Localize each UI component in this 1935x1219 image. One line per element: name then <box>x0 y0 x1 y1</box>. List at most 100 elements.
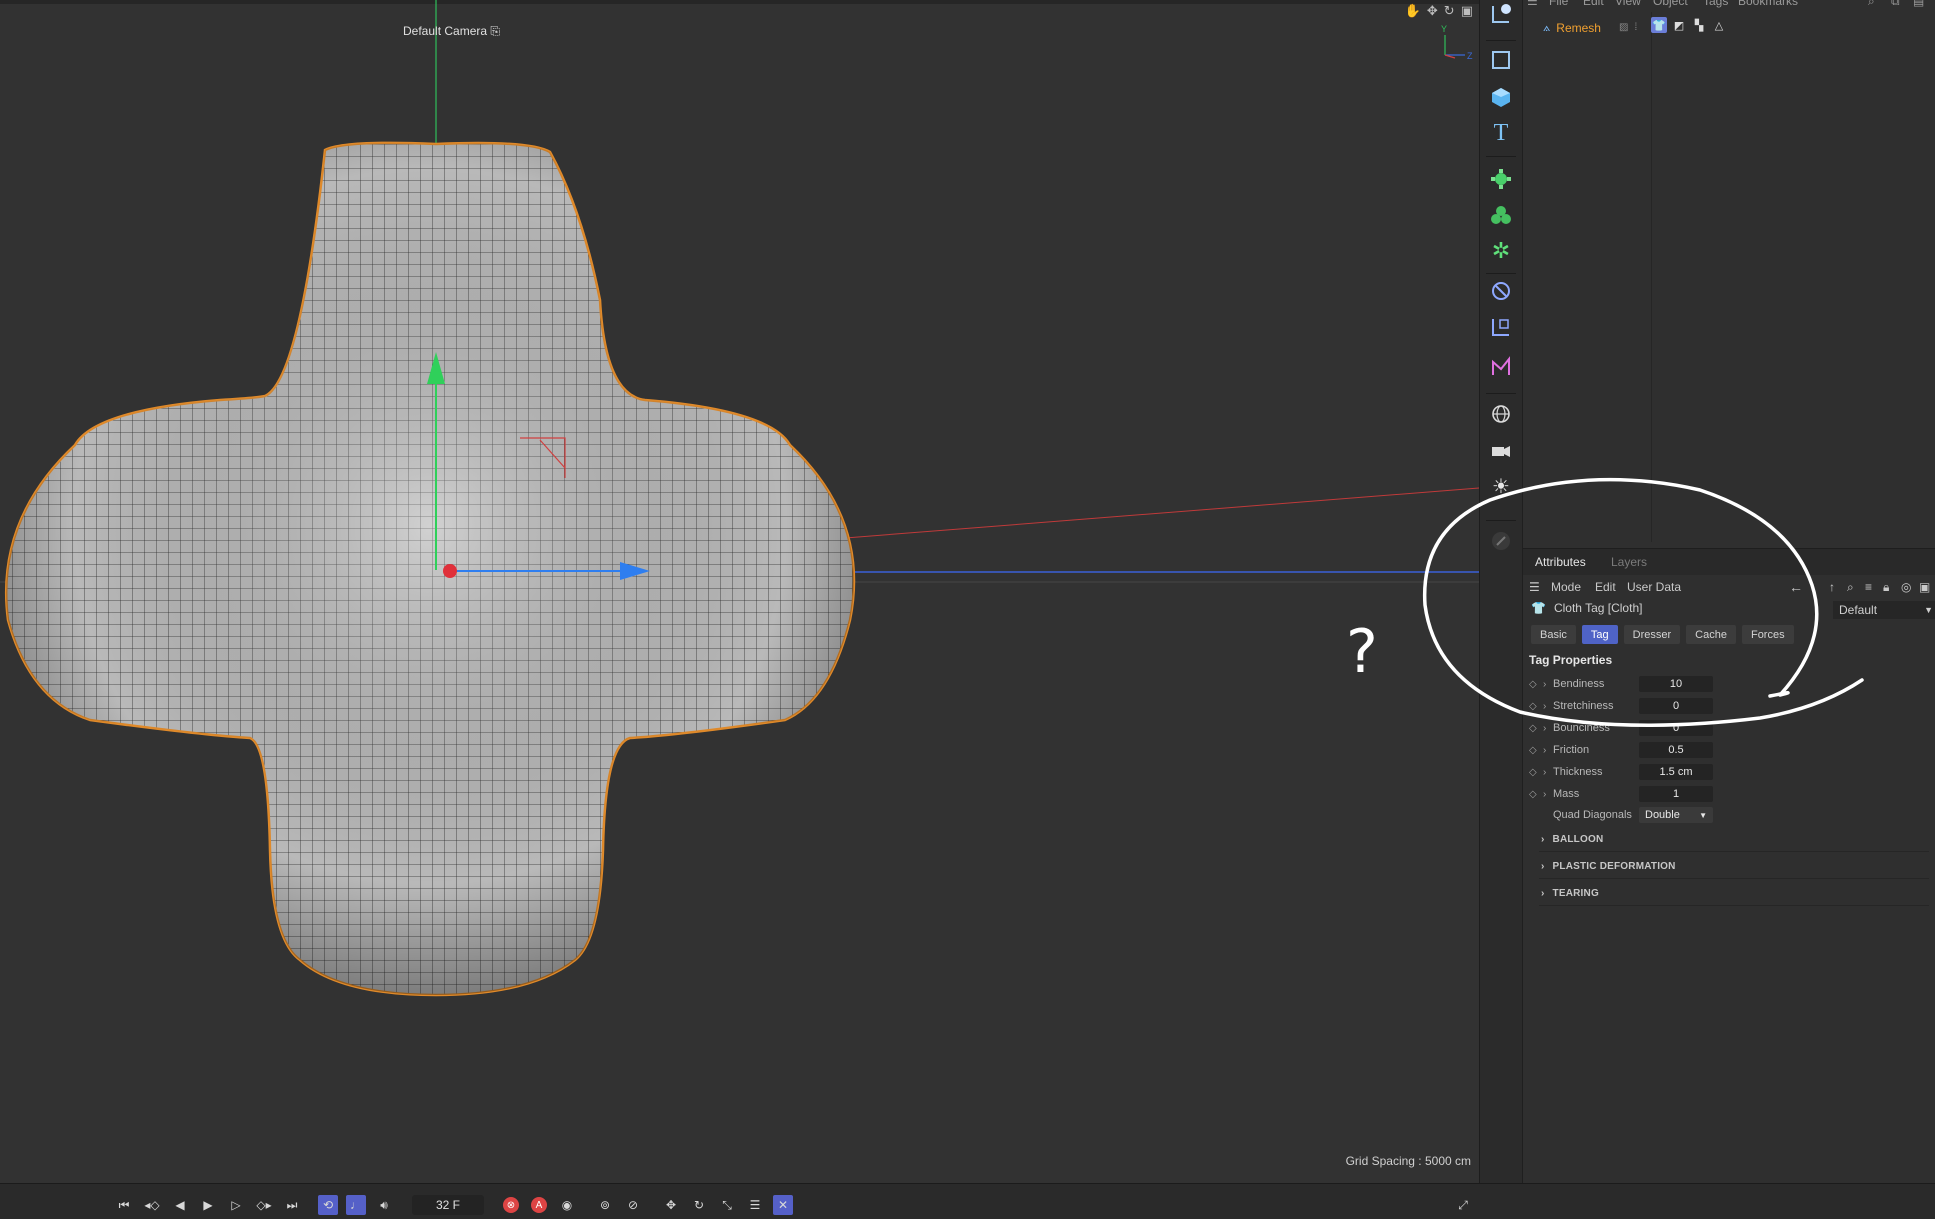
sound-icon[interactable]: 🔊︎ <box>374 1195 394 1215</box>
filter-icon[interactable]: ≡ <box>1865 580 1872 594</box>
menu-bookmarks[interactable]: Bookmarks <box>1738 0 1798 8</box>
keyframe-diamond-icon[interactable]: ◇ <box>1529 745 1543 756</box>
new-window-icon[interactable]: ⧉ <box>1891 0 1900 9</box>
keyframe-diamond-icon[interactable]: ◇ <box>1529 679 1543 690</box>
rectangle-select-icon[interactable] <box>1487 46 1515 74</box>
subtab-basic[interactable]: Basic <box>1531 625 1576 644</box>
mograph-icon[interactable] <box>1487 201 1515 229</box>
previous-frame-icon[interactable]: ◀︎ <box>170 1195 190 1215</box>
next-frame-icon[interactable]: ▷ <box>226 1195 246 1215</box>
tab-layers[interactable]: Layers <box>1611 555 1647 569</box>
subtab-dresser[interactable]: Dresser <box>1623 625 1681 644</box>
menu-tags[interactable]: Tags <box>1703 0 1728 8</box>
3d-viewport[interactable]: Y Z Default Camera ⎘ ✋ ✥ ↻ ▣ Grid Spacin… <box>0 0 1480 1183</box>
key-rotation-icon[interactable]: ⊘ <box>623 1195 643 1215</box>
new-panel-icon[interactable]: ▣ <box>1919 580 1930 594</box>
menu-view[interactable]: View <box>1615 0 1641 8</box>
back-arrow-icon[interactable]: ← <box>1789 579 1803 595</box>
viewport-scene[interactable]: Y Z <box>0 0 1479 1183</box>
keyframe-diamond-icon[interactable]: ◇ <box>1529 767 1543 778</box>
deformer-icon[interactable] <box>1487 277 1515 305</box>
light-icon[interactable]: ☀ <box>1487 472 1515 500</box>
menu-user-data[interactable]: User Data <box>1627 580 1681 594</box>
bounciness-field[interactable]: 0 <box>1639 720 1713 736</box>
target-icon[interactable]: ◎ <box>1901 580 1911 594</box>
cloner-icon[interactable] <box>1487 165 1515 193</box>
play-icon[interactable]: ▶ <box>198 1195 218 1215</box>
panel-options-icon[interactable]: ▤ <box>1913 0 1924 8</box>
environment-globe-icon[interactable] <box>1487 400 1515 428</box>
previous-key-icon[interactable]: ◂◇ <box>142 1195 162 1215</box>
tab-attributes[interactable]: Attributes <box>1535 555 1586 569</box>
metronome-icon[interactable]: ♩ <box>346 1195 366 1215</box>
search-icon[interactable]: ⌕ <box>1868 0 1875 9</box>
cube-icon[interactable] <box>1487 83 1515 111</box>
material-tag-icon[interactable]: ▚ <box>1691 17 1707 33</box>
keyframe-diamond-icon[interactable]: ◇ <box>1529 701 1543 712</box>
object-row-remesh[interactable]: ⟑ Remesh ▨ ⁞ <box>1543 20 1637 35</box>
current-frame-field[interactable]: 32 F <box>412 1195 484 1215</box>
loop-icon[interactable]: ⟲ <box>318 1195 338 1215</box>
quad-diagonals-select[interactable]: Double ▼ <box>1639 807 1713 823</box>
key-position-icon[interactable]: ⊚ <box>595 1195 615 1215</box>
visibility-toggle-icon[interactable]: ▨ <box>1619 22 1628 33</box>
phong-tag-icon[interactable]: ◩ <box>1671 17 1687 33</box>
menu-edit[interactable]: Edit <box>1595 580 1616 594</box>
spline-pen-icon[interactable] <box>1487 353 1515 381</box>
keyframe-diamond-icon[interactable]: ◇ <box>1529 789 1543 800</box>
camera-icon[interactable] <box>1487 437 1515 465</box>
move-key-icon[interactable]: ✥ <box>661 1195 681 1215</box>
rotate-view-icon[interactable]: ↻ <box>1444 3 1455 19</box>
rotate-key-icon[interactable]: ↻ <box>689 1195 709 1215</box>
scale-key-icon[interactable]: ⤡ <box>717 1195 737 1215</box>
keyframe-diamond-icon[interactable]: ◇ <box>1529 723 1543 734</box>
subtab-forces[interactable]: Forces <box>1741 625 1794 644</box>
text-tool-icon[interactable]: T <box>1487 119 1515 147</box>
friction-field[interactable]: 0.5 <box>1639 742 1713 758</box>
maximize-view-icon[interactable]: ▣ <box>1461 3 1473 19</box>
chevron-right-icon[interactable]: › <box>1543 789 1553 800</box>
group-balloon[interactable]: › BALLOON <box>1541 834 1603 845</box>
hamburger-icon[interactable]: ☰ <box>1529 580 1540 594</box>
go-to-start-icon[interactable]: ⏮ <box>114 1195 134 1215</box>
menu-edit[interactable]: Edit <box>1583 0 1604 8</box>
menu-mode[interactable]: Mode <box>1551 580 1581 594</box>
chevron-right-icon[interactable]: › <box>1543 723 1553 734</box>
up-arrow-icon[interactable]: ↑ <box>1829 580 1835 594</box>
triangle-tag-icon[interactable]: △ <box>1711 17 1727 33</box>
menu-file[interactable]: File <box>1549 0 1568 8</box>
chevron-right-icon[interactable]: › <box>1543 701 1553 712</box>
cloth-tag-icon[interactable]: 👕 <box>1651 17 1667 33</box>
pla-key-icon[interactable]: ✕ <box>773 1195 793 1215</box>
hamburger-icon[interactable]: ☰ <box>1527 0 1538 8</box>
group-tearing[interactable]: › TEARING <box>1541 888 1599 899</box>
stretchiness-field[interactable]: 0 <box>1639 698 1713 714</box>
parameter-key-icon[interactable]: ☰ <box>745 1195 765 1215</box>
bendiness-field[interactable]: 10 <box>1639 676 1713 692</box>
field-icon[interactable] <box>1487 313 1515 341</box>
camera-label[interactable]: Default Camera ⎘ <box>403 24 500 39</box>
search-icon[interactable]: ⌕ <box>1847 580 1854 595</box>
move-view-icon[interactable]: ✥ <box>1427 3 1438 19</box>
lock-icon[interactable]: 🔒︎ <box>1883 580 1889 595</box>
record-icon[interactable]: ⊗ <box>503 1197 519 1213</box>
subtab-cache[interactable]: Cache <box>1686 625 1736 644</box>
autokey-icon[interactable]: A <box>531 1197 547 1213</box>
paint-icon[interactable] <box>1487 527 1515 555</box>
menu-object[interactable]: Object <box>1653 0 1688 8</box>
subtab-tag[interactable]: Tag <box>1581 625 1618 644</box>
effector-gear-icon[interactable]: ✲ <box>1487 237 1515 265</box>
pan-icon[interactable]: ✋ <box>1405 3 1421 19</box>
chevron-right-icon[interactable]: › <box>1543 767 1553 778</box>
preset-dropdown[interactable]: Default ▼ <box>1833 601 1935 619</box>
group-plastic-deformation[interactable]: › PLASTIC DEFORMATION <box>1541 861 1676 872</box>
coordinate-system-icon[interactable] <box>1487 0 1515 28</box>
keyframe-selection-icon[interactable]: ◉ <box>557 1195 577 1215</box>
timeline-graph-icon[interactable]: ⤢ <box>1453 1195 1473 1215</box>
mass-field[interactable]: 1 <box>1639 786 1713 802</box>
chevron-right-icon[interactable]: › <box>1543 745 1553 756</box>
render-dots-icon[interactable]: ⁞ <box>1634 22 1637 33</box>
next-key-icon[interactable]: ◇▸ <box>254 1195 274 1215</box>
thickness-field[interactable]: 1.5 cm <box>1639 764 1713 780</box>
chevron-right-icon[interactable]: › <box>1543 679 1553 690</box>
